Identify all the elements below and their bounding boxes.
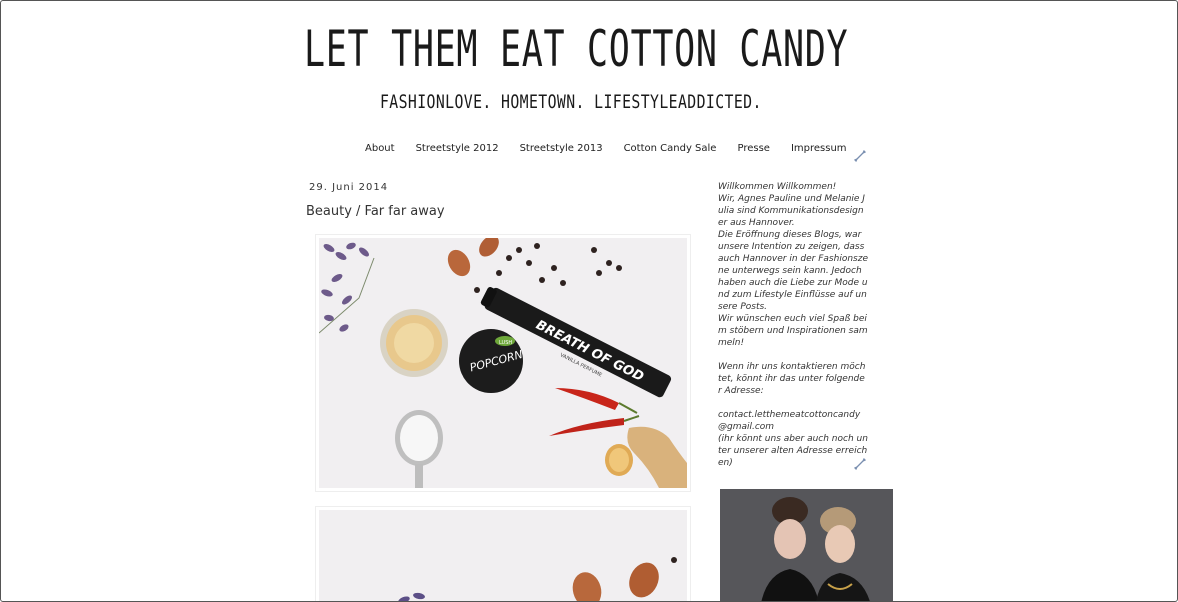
flatlay-illustration-2 <box>319 510 687 601</box>
nav-item-streetstyle-2012[interactable]: Streetstyle 2012 <box>416 143 499 154</box>
nav-item-cotton-candy-sale[interactable]: Cotton Candy Sale <box>624 143 717 154</box>
flatlay-illustration: POPCORN LUSH BREATH OF GOD VANILLA PERFU… <box>319 238 687 488</box>
blog-tagline: FASHIONLOVE. HOMETOWN. LIFESTYLEADDICTED… <box>380 91 762 113</box>
nav-item-impressum[interactable]: Impressum <box>791 143 847 154</box>
tin-brand-label: LUSH <box>499 340 512 346</box>
edit-wrench-icon[interactable] <box>853 149 867 163</box>
nav-item-streetstyle-2013[interactable]: Streetstyle 2013 <box>520 143 603 154</box>
post-image-2[interactable] <box>315 506 691 601</box>
sidebar-email[interactable]: contact.letthemeatcottoncandy@gmail.com <box>718 409 868 433</box>
sidebar-contact: Wenn ihr uns kontaktieren möchtet, könnt… <box>718 362 866 396</box>
nav-item-presse[interactable]: Presse <box>737 143 769 154</box>
blog-title[interactable]: LET THEM EAT COTTON CANDY <box>304 19 848 79</box>
page-nav: About Streetstyle 2012 Streetstyle 2013 … <box>365 143 868 154</box>
post-date: 29. Juni 2014 <box>309 182 389 193</box>
nav-item-about[interactable]: About <box>365 143 395 154</box>
sidebar-authors-photo[interactable] <box>720 489 893 601</box>
post-title[interactable]: Beauty / Far far away <box>306 204 445 219</box>
post-image-1[interactable]: POPCORN LUSH BREATH OF GOD VANILLA PERFU… <box>315 234 691 492</box>
sidebar-note: (ihr könnt uns aber auch noch unter unse… <box>718 434 868 468</box>
sidebar-intro: Willkommen Willkommen! Wir, Agnes Paulin… <box>718 182 868 348</box>
authors-portrait <box>720 489 893 601</box>
browser-frame: LET THEM EAT COTTON CANDY FASHIONLOVE. H… <box>0 0 1178 602</box>
edit-wrench-icon[interactable] <box>853 457 867 471</box>
sidebar-about: Willkommen Willkommen! Wir, Agnes Paulin… <box>718 181 868 469</box>
